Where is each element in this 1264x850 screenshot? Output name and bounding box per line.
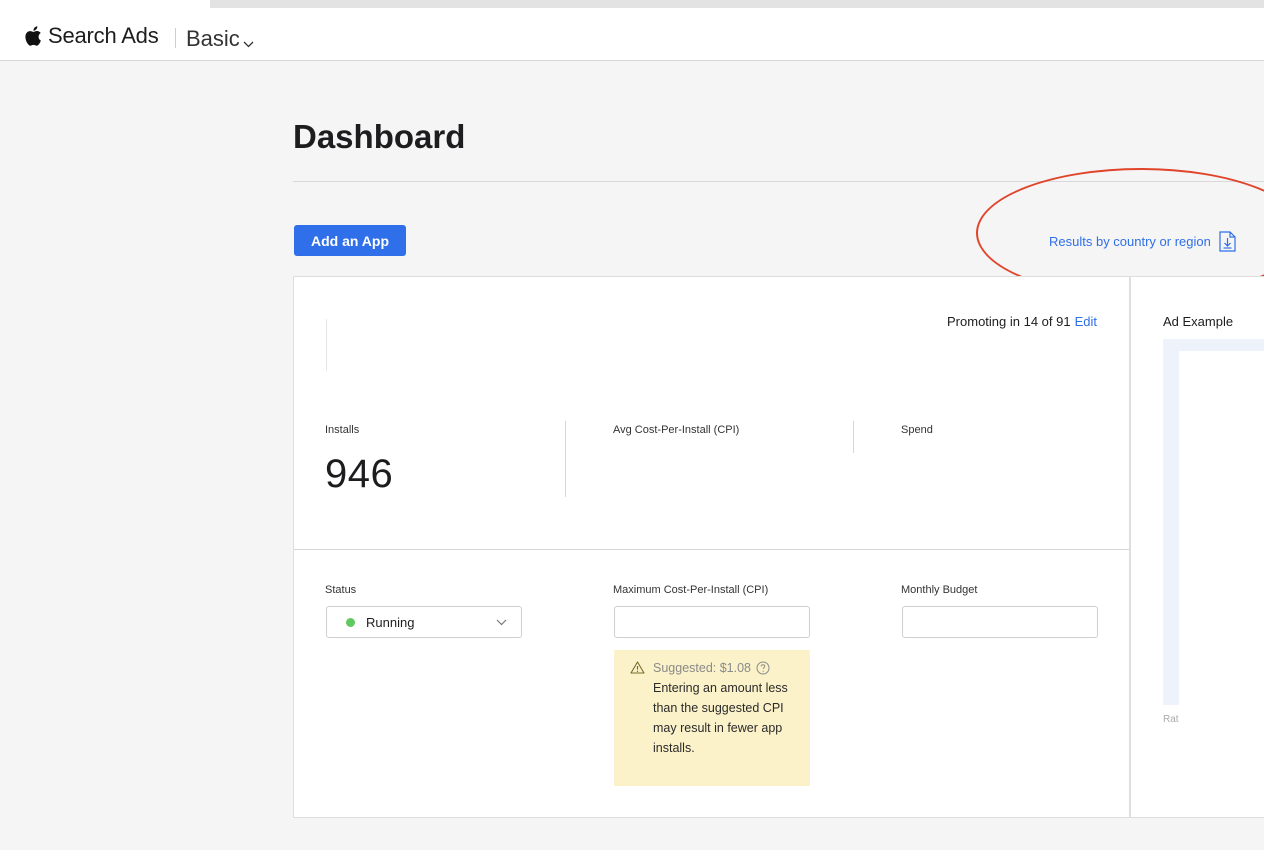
results-link-label: Results by country or region bbox=[1049, 234, 1211, 249]
apple-logo-icon bbox=[24, 25, 42, 47]
page-title: Dashboard bbox=[293, 118, 466, 155]
plan-label: Basic bbox=[186, 26, 240, 51]
brand[interactable]: Search Ads bbox=[24, 22, 159, 50]
plan-switcher[interactable]: Basic bbox=[186, 24, 254, 54]
promoting-text: Promoting in 14 of 91 bbox=[947, 314, 1071, 329]
warning-message: Entering an amount less than the suggest… bbox=[653, 681, 788, 755]
max-cpi-label: Maximum Cost-Per-Install (CPI) bbox=[613, 584, 769, 596]
status-indicator-icon bbox=[346, 617, 355, 627]
card-section-divider bbox=[294, 549, 1129, 550]
chevron-down-icon bbox=[243, 28, 254, 54]
status-dropdown[interactable]: Running bbox=[326, 606, 522, 638]
app-card: Promoting in 14 of 91 Edit Installs 946 A… bbox=[293, 276, 1130, 818]
brand-name: Search Ads bbox=[48, 23, 159, 48]
suggested-cpi: Suggested: $1.08 bbox=[653, 658, 798, 678]
chevron-down-icon bbox=[496, 619, 507, 626]
browser-top-strip bbox=[0, 0, 1264, 12]
status-value: Running bbox=[366, 614, 415, 630]
title-divider bbox=[293, 181, 1264, 182]
app-icon-placeholder bbox=[326, 319, 327, 371]
installs-value: 946 bbox=[325, 452, 394, 496]
suggested-cpi-text: Suggested: $1.08 bbox=[653, 661, 751, 675]
metric-divider bbox=[853, 421, 854, 453]
header-divider bbox=[175, 28, 176, 48]
ad-panel-footer: Rat bbox=[1163, 714, 1179, 725]
max-cpi-input[interactable] bbox=[614, 606, 810, 638]
top-scrollbar[interactable] bbox=[210, 0, 1264, 8]
ad-example-title: Ad Example bbox=[1163, 314, 1234, 329]
add-app-button[interactable]: Add an App bbox=[294, 225, 406, 256]
spend-label: Spend bbox=[901, 424, 933, 436]
monthly-budget-label: Monthly Budget bbox=[901, 584, 978, 596]
edit-countries-link[interactable]: Edit bbox=[1075, 314, 1097, 329]
help-icon[interactable] bbox=[756, 661, 770, 675]
avg-cpi-label: Avg Cost-Per-Install (CPI) bbox=[613, 424, 740, 436]
ad-preview-screen bbox=[1179, 351, 1264, 705]
promoting-info: Promoting in 14 of 91 Edit bbox=[947, 314, 1097, 329]
monthly-budget-input[interactable] bbox=[902, 606, 1098, 638]
warning-icon bbox=[630, 660, 645, 680]
results-by-country-link[interactable]: Results by country or region bbox=[1049, 231, 1236, 252]
ad-example-panel: Ad Example Rat bbox=[1130, 276, 1264, 818]
cpi-warning-box: Suggested: $1.08 Entering an amount less… bbox=[614, 650, 810, 786]
status-label: Status bbox=[325, 584, 357, 596]
metric-divider bbox=[565, 421, 566, 497]
ad-preview-frame bbox=[1163, 339, 1264, 705]
download-report-icon[interactable] bbox=[1219, 231, 1236, 252]
installs-label: Installs bbox=[325, 424, 360, 436]
app-header: Search Ads Basic bbox=[0, 12, 1264, 61]
